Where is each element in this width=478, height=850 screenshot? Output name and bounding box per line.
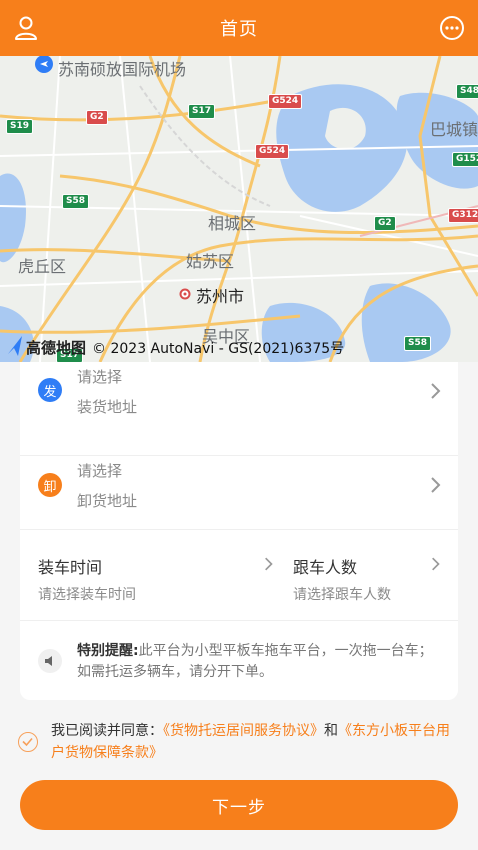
map-label-huqiu: 虎丘区 [18, 257, 67, 276]
riders-selector[interactable]: 跟车人数 请选择跟车人数 [275, 530, 458, 620]
top-header: 首页 [0, 0, 478, 56]
load-badge: 发 [38, 378, 62, 402]
map-canvas [0, 56, 478, 362]
check-icon [22, 737, 33, 747]
chevron-right-icon [265, 557, 273, 571]
unload-address-hint: 请选择 [77, 462, 123, 480]
road-shield-g524-2: G524 [255, 144, 290, 159]
more-icon[interactable] [438, 14, 466, 42]
agreement-prefix: 我已阅读并同意： [51, 723, 163, 739]
road-shield-s17: S17 [188, 104, 216, 119]
road-shield-s58: S58 [62, 194, 90, 209]
chevron-right-icon [431, 383, 441, 399]
load-address-hint: 请选择 [77, 368, 123, 386]
agreement-conj: 和 [324, 723, 338, 739]
notice-label: 特别提醒: [77, 643, 139, 659]
next-step-button[interactable]: 下一步 [20, 780, 458, 830]
special-notice: 特别提醒:此平台为小型平板车拖车平台，一次拖一台车；如需托运多辆车，请分开下单。 [20, 620, 458, 700]
unload-badge: 卸 [38, 473, 62, 497]
load-time-title: 装车时间 [38, 558, 103, 577]
agree-checkbox[interactable] [18, 732, 38, 752]
road-shield-s58-2: S58 [404, 336, 432, 351]
map-label-bacheng: 巴城镇 [430, 120, 478, 139]
road-shield-g2-2: G2 [374, 216, 396, 231]
riders-title: 跟车人数 [293, 558, 358, 577]
road-shield-s19: S19 [6, 119, 34, 134]
page-title: 首页 [220, 19, 258, 40]
speaker-icon [38, 649, 62, 673]
load-time-selector[interactable]: 装车时间 请选择装车时间 [20, 530, 275, 620]
chevron-right-icon [431, 477, 441, 493]
unload-address-row[interactable]: 卸 请选择 卸货地址 [20, 436, 458, 530]
map-brand-logo: 高德地图 [26, 339, 87, 357]
agreement-text: 我已阅读并同意：《货物托运居间服务协议》和《东方小板平台用户货物保障条款》 [51, 720, 461, 764]
map-label-airport: 苏南硕放国际机场 [58, 60, 187, 79]
load-time-placeholder: 请选择装车时间 [38, 587, 136, 603]
road-shield-g524: G524 [268, 94, 303, 109]
road-shield-g312: G312 [448, 208, 478, 223]
map-attribution: 高德地图 © 2023 AutoNavi - GS(2021)6375号 [6, 337, 344, 358]
riders-placeholder: 请选择跟车人数 [293, 587, 391, 603]
map-label-suzhou: 苏州市 [196, 287, 245, 306]
notice-text: 特别提醒:此平台为小型平板车拖车平台，一次拖一台车；如需托运多辆车，请分开下单。 [77, 641, 437, 683]
road-shield-s48: S48 [456, 84, 478, 99]
road-shield-g152: G152 [452, 152, 478, 167]
road-shield-g2: G2 [86, 110, 108, 125]
unload-address-label: 卸货地址 [77, 492, 138, 510]
map-label-gusu: 姑苏区 [186, 252, 235, 271]
service-agreement-link[interactable]: 《货物托运居间服务协议》 [163, 723, 324, 739]
order-form-card: 发 请选择 装货地址 卸 请选择 卸货地址 装车时间 请选择装车时间 跟车人数 … [20, 362, 458, 700]
map-copyright: © 2023 AutoNavi - GS(2021)6375号 [92, 340, 345, 357]
load-address-label: 装货地址 [77, 398, 138, 416]
chevron-right-icon [432, 557, 440, 571]
map-view[interactable]: 苏南硕放国际机场 相城区 虎丘区 姑苏区 苏州市 吴中区 巴城镇 S19 G2 … [0, 56, 478, 362]
user-icon[interactable] [12, 14, 40, 42]
map-label-xiangcheng: 相城区 [208, 214, 257, 233]
